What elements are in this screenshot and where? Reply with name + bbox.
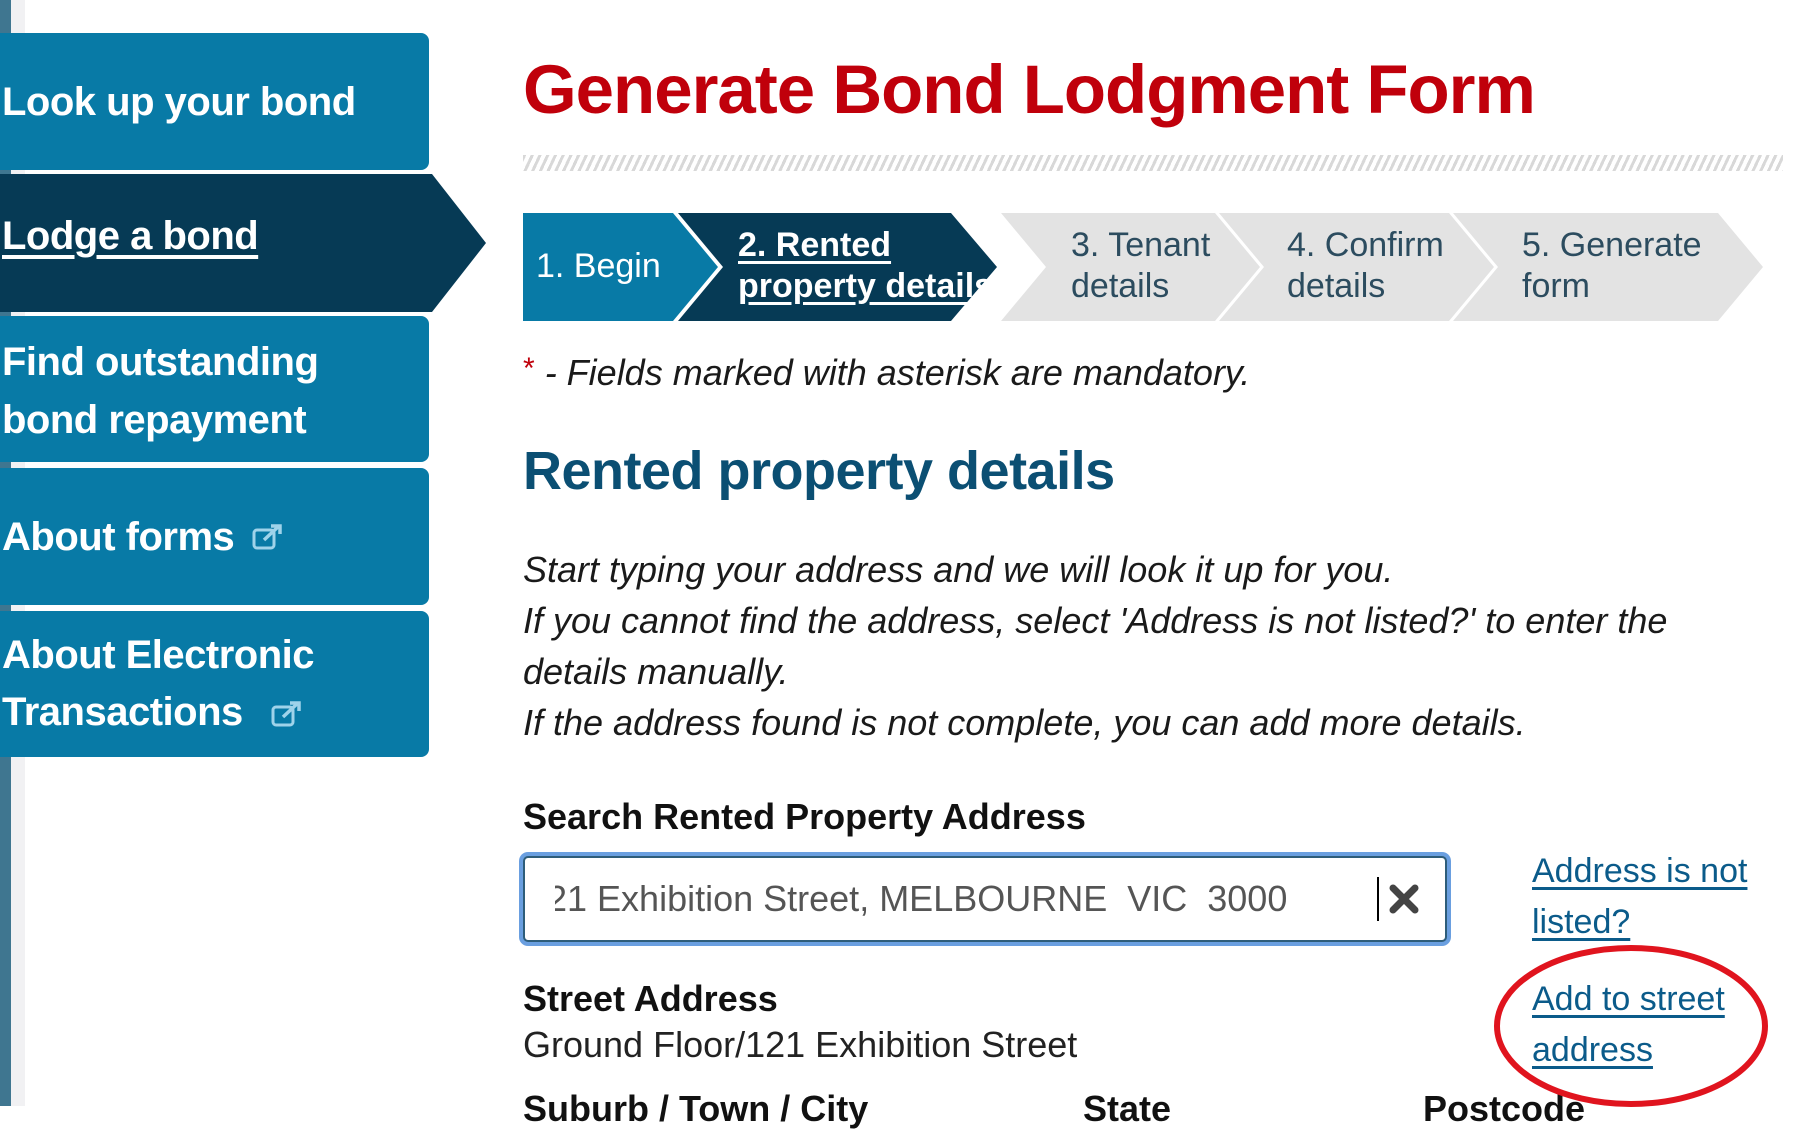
text-caret xyxy=(1377,877,1379,921)
external-link-icon xyxy=(252,523,283,549)
step-3-tenant: 3. Tenant details xyxy=(1071,225,1210,307)
sidebar-item-find-outstanding[interactable]: Find outstanding bond repayment xyxy=(0,316,429,462)
title-divider xyxy=(523,155,1783,171)
sidebar-item-label: Lodge a bond xyxy=(2,214,259,258)
sidebar-item-look-up-bond[interactable]: Look up your bond xyxy=(0,33,429,170)
street-address-value: Ground Floor/121 Exhibition Street xyxy=(523,1024,1078,1065)
mandatory-note: * - Fields marked with asterisk are manda… xyxy=(523,352,1250,394)
step-label: property details xyxy=(738,267,994,305)
suburb-label: Suburb / Town / City xyxy=(523,1088,869,1129)
sidebar-item-text: About Electronic Transactions xyxy=(2,633,315,734)
external-link-icon xyxy=(271,701,302,727)
state-label: State xyxy=(1083,1088,1172,1129)
step-label: form xyxy=(1522,267,1590,305)
section-title: Rented property details xyxy=(523,441,1115,501)
step-label: 4. Confirm xyxy=(1287,226,1444,264)
annotation-circle xyxy=(1494,945,1768,1107)
sidebar-item-lodge-bond[interactable]: Lodge a bond xyxy=(0,174,486,312)
step-label: 5. Generate xyxy=(1522,226,1702,264)
mandatory-text: - Fields marked with asterisk are mandat… xyxy=(544,352,1251,393)
search-address-label: Search Rented Property Address xyxy=(523,796,1086,837)
step-label: details xyxy=(1287,267,1386,305)
page-title: Generate Bond Lodgment Form xyxy=(523,51,1536,128)
required-asterisk: * xyxy=(523,352,535,385)
step-4-confirm: 4. Confirm details xyxy=(1287,225,1444,307)
intro-line: If you cannot find the address, select '… xyxy=(523,600,1668,692)
street-address-label: Street Address xyxy=(523,978,778,1019)
step-5-generate: 5. Generate form xyxy=(1522,225,1702,307)
address-search-input[interactable] xyxy=(525,877,1387,921)
sidebar-item-label: Look up your bond xyxy=(2,79,356,124)
sidebar-item-label: About forms xyxy=(2,514,235,559)
intro-line: Start typing your address and we will lo… xyxy=(523,549,1394,590)
sidebar-item-label: About Electronic Transactions xyxy=(2,627,362,741)
progress-steps: 1. Begin 2. Rented property details 3. T… xyxy=(523,213,1763,321)
page-corner xyxy=(25,0,65,30)
close-icon[interactable] xyxy=(1387,882,1421,916)
step-1-begin[interactable]: 1. Begin xyxy=(536,246,661,287)
step-label: 3. Tenant xyxy=(1071,226,1211,264)
intro-line: If the address found is not complete, yo… xyxy=(523,702,1526,743)
step-2-rented-property[interactable]: 2. Rented property details xyxy=(738,225,993,307)
step-label: 2. Rented xyxy=(738,226,892,264)
address-search-field[interactable] xyxy=(523,856,1447,942)
step-label: 1. Begin xyxy=(536,247,661,285)
sidebar-item-about-forms[interactable]: About forms xyxy=(0,468,429,605)
address-not-listed-link[interactable]: Address is not listed? xyxy=(1532,846,1752,948)
sidebar-item-about-electronic[interactable]: About Electronic Transactions xyxy=(0,611,429,757)
sidebar-item-label: Find outstanding bond repayment xyxy=(2,340,319,442)
step-label: details xyxy=(1071,267,1170,305)
intro-text: Start typing your address and we will lo… xyxy=(523,544,1753,748)
